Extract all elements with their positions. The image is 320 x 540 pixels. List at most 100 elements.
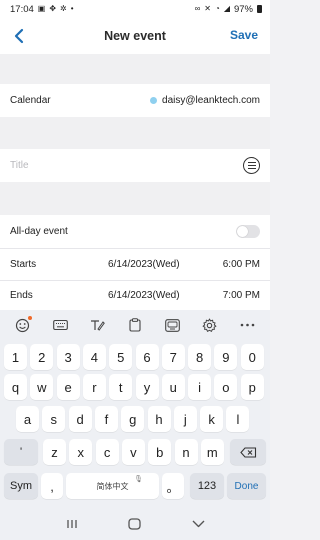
back-arrow-icon	[14, 28, 24, 44]
key-2[interactable]: 2	[30, 344, 54, 370]
title-row	[0, 149, 270, 182]
battery-icon	[257, 5, 262, 13]
key-n[interactable]: n	[174, 439, 198, 465]
key-7[interactable]: 7	[161, 344, 185, 370]
recent-apps-icon	[67, 520, 77, 528]
key-6[interactable]: 6	[135, 344, 159, 370]
key-x[interactable]: x	[69, 439, 93, 465]
space-key[interactable]: 简体中文 🎙︎	[66, 473, 159, 499]
key-y[interactable]: y	[135, 374, 159, 400]
ends-time[interactable]: 7:00 PM	[223, 290, 260, 301]
key-k[interactable]: k	[200, 406, 224, 432]
key-j[interactable]: j	[173, 406, 197, 432]
key-1[interactable]: 1	[4, 344, 27, 370]
calendar-label: Calendar	[10, 95, 51, 106]
key-q[interactable]: q	[4, 374, 27, 400]
key-m[interactable]: m	[200, 439, 224, 465]
recent-apps-button[interactable]	[62, 514, 82, 534]
wifi-icon: ◔	[214, 4, 220, 13]
gear-icon	[202, 317, 217, 332]
all-day-toggle[interactable]	[236, 225, 260, 238]
back-button[interactable]	[10, 26, 28, 46]
key-w[interactable]: w	[30, 374, 54, 400]
keyboard: 1234567890 qwertyuiop asdfghjkl ' zxcvbn…	[0, 340, 270, 508]
starts-row: Starts 6/14/2023(Wed) 6:00 PM	[0, 249, 270, 280]
key-l[interactable]: l	[226, 406, 250, 432]
calendar-row[interactable]: Calendar daisy@leanktech.com	[0, 84, 270, 117]
key-s[interactable]: s	[42, 406, 66, 432]
backspace-key[interactable]	[230, 439, 266, 465]
key-r[interactable]: r	[82, 374, 106, 400]
signal-icon: ◢	[223, 4, 230, 13]
more-options-button[interactable]	[237, 315, 257, 335]
home-button[interactable]	[125, 514, 145, 534]
one-handed-keyboard-button[interactable]	[162, 315, 182, 335]
starts-label: Starts	[10, 259, 37, 270]
home-icon	[128, 518, 142, 530]
key-p[interactable]: p	[240, 374, 264, 400]
key-a[interactable]: a	[16, 406, 39, 432]
calendar-color-dot	[150, 97, 158, 104]
starts-time[interactable]: 6:00 PM	[223, 259, 260, 270]
key-o[interactable]: o	[214, 374, 238, 400]
key-z[interactable]: z	[43, 439, 66, 465]
title-input[interactable]	[10, 160, 243, 171]
key-d[interactable]: d	[68, 406, 92, 432]
save-button[interactable]: Save	[230, 28, 258, 42]
handwriting-button[interactable]	[88, 315, 108, 335]
key-4[interactable]: 4	[82, 344, 106, 370]
navigation-bar	[0, 508, 270, 540]
section-spacer	[0, 54, 270, 84]
app-header: New event Save	[0, 18, 270, 54]
done-key[interactable]: Done	[227, 473, 266, 499]
ends-date[interactable]: 6/14/2023(Wed)	[108, 290, 180, 301]
clipboard-icon	[129, 318, 141, 332]
key-u[interactable]: u	[161, 374, 185, 400]
sym-key[interactable]: Sym	[4, 473, 38, 499]
key-t[interactable]: t	[109, 374, 133, 400]
battery-percent: 97%	[233, 3, 253, 15]
emoji-button[interactable]	[13, 315, 33, 335]
apostrophe-key[interactable]: '	[4, 439, 38, 465]
emoji-icon	[16, 318, 30, 332]
starts-date[interactable]: 6/14/2023(Wed)	[108, 259, 180, 270]
key-e[interactable]: e	[56, 374, 80, 400]
key-i[interactable]: i	[188, 374, 212, 400]
one-handed-keyboard-icon	[165, 318, 180, 332]
keyboard-layout-button[interactable]	[50, 315, 70, 335]
keyboard-number-row: 1234567890	[0, 344, 270, 370]
key-3[interactable]: 3	[56, 344, 80, 370]
dot-icon: •	[70, 4, 74, 13]
keyboard-bottom-row: Sym , 简体中文 🎙︎ 。 123 Done	[0, 473, 270, 499]
key-g[interactable]: g	[121, 406, 145, 432]
link-icon: ∞	[194, 4, 201, 13]
period-key[interactable]: 。	[162, 473, 184, 499]
hide-keyboard-button[interactable]	[188, 514, 208, 534]
keyboard-icon	[52, 319, 68, 331]
key-h[interactable]: h	[147, 406, 171, 432]
keyboard-row-2: asdfghjkl	[0, 406, 270, 432]
key-0[interactable]: 0	[240, 344, 264, 370]
key-v[interactable]: v	[121, 439, 145, 465]
status-bar: 17:04 ▣ ✥ ✲ • ∞ ✕ ◔ ◢ 97%	[0, 0, 270, 18]
status-time: 17:04	[10, 3, 34, 15]
key-c[interactable]: c	[95, 439, 119, 465]
clipboard-button[interactable]	[125, 315, 145, 335]
keyboard-row-3: ' zxcvbnm	[0, 439, 270, 465]
section-spacer	[0, 182, 270, 215]
space-key-label: 简体中文	[96, 481, 129, 491]
settings-notification-icon: ✲	[60, 4, 67, 13]
key-8[interactable]: 8	[188, 344, 212, 370]
key-5[interactable]: 5	[109, 344, 133, 370]
key-9[interactable]: 9	[214, 344, 238, 370]
mute-icon: ✕	[204, 4, 211, 13]
key-b[interactable]: b	[148, 439, 172, 465]
notes-icon[interactable]	[243, 157, 260, 174]
backspace-icon	[239, 446, 256, 458]
number-mode-key[interactable]: 123	[190, 473, 224, 499]
key-f[interactable]: f	[94, 406, 118, 432]
comma-key[interactable]: ,	[41, 473, 63, 499]
keyboard-settings-button[interactable]	[200, 315, 220, 335]
chevron-down-icon	[192, 520, 205, 528]
keyboard-toolbar	[0, 310, 270, 340]
